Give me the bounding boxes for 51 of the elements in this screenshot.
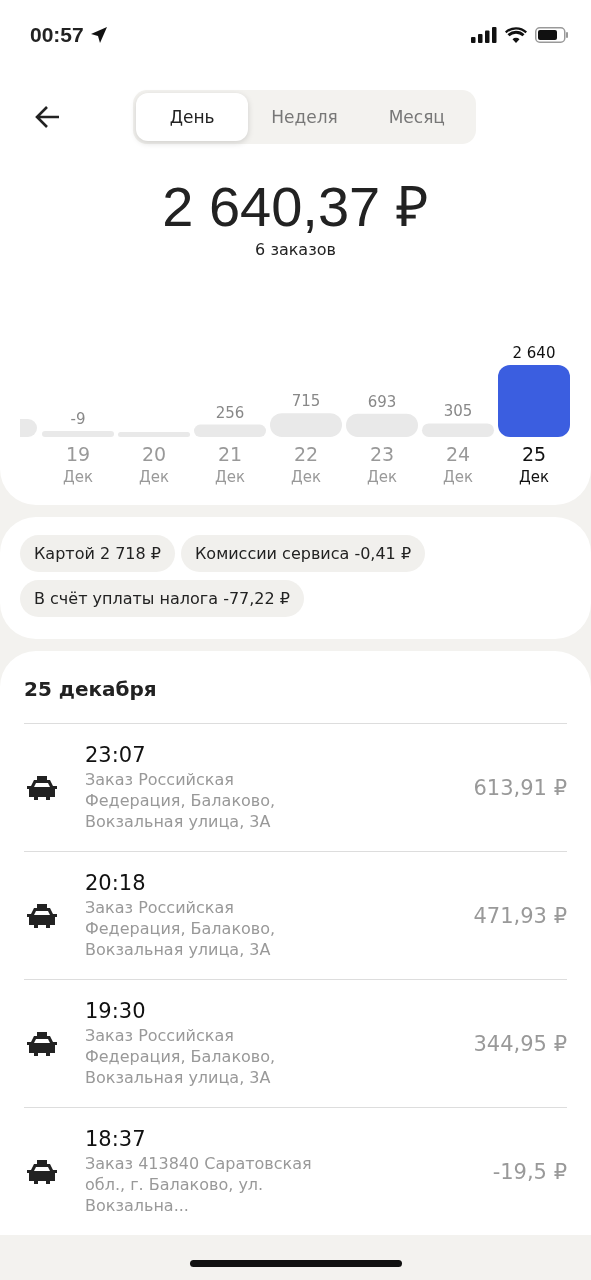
day-number: 24	[445, 443, 471, 465]
order-address: Заказ Российская Федерация, Балаково, Вокзальная улица, 3А	[85, 769, 277, 832]
taxi-icon	[26, 902, 58, 929]
battery-icon	[535, 27, 569, 43]
month-label: Дек	[519, 468, 549, 486]
total-amount: 2 640,37 ₽	[161, 174, 430, 240]
day-bar[interactable]	[498, 365, 570, 437]
day-number: 22	[293, 443, 319, 465]
day-number: 25	[521, 443, 547, 465]
order-address: Заказ 413840 Саратовская обл., г. Балаково, ул. Вокзальна...	[85, 1153, 313, 1216]
taxi-icon	[26, 1158, 58, 1185]
bar-value: 715	[291, 392, 321, 411]
summary-chip: Комиссии сервиса -0,41 ₽	[181, 535, 426, 572]
day-number: 23	[369, 443, 395, 465]
taxi-icon	[26, 1030, 58, 1057]
orders-count: 6 заказов	[254, 240, 337, 259]
day-number: 19	[65, 443, 91, 465]
order-time: 23:07	[85, 743, 147, 767]
order-amount: 471,93 ₽	[473, 903, 567, 928]
bar-value: 693	[367, 392, 397, 411]
date-heading: 25 декабря	[24, 677, 158, 701]
month-label: Дек	[443, 468, 473, 486]
bar-value: 305	[443, 402, 473, 421]
signal-icon	[471, 27, 497, 43]
taxi-icon	[26, 774, 58, 801]
order-amount: -19,5 ₽	[492, 1159, 567, 1184]
day-number: 20	[141, 443, 167, 465]
wifi-icon	[505, 27, 527, 43]
bar-value: 2 640	[512, 344, 556, 362]
period-tab[interactable]: Неделя	[248, 93, 361, 141]
day-number: 21	[217, 443, 243, 465]
month-label: Дек	[139, 468, 169, 486]
period-tab[interactable]: День	[136, 93, 249, 141]
month-label: Дек	[215, 468, 245, 486]
status-time: 00:57	[30, 23, 84, 47]
order-address: Заказ Российская Федерация, Балаково, Вокзальная улица, 3А	[85, 1025, 277, 1088]
order-time: 19:30	[85, 999, 147, 1023]
bar-value: -9	[70, 410, 86, 428]
order-time: 20:18	[85, 871, 147, 895]
order-amount: 613,91 ₽	[473, 775, 567, 800]
order-time: 18:37	[85, 1127, 147, 1151]
month-label: Дек	[63, 468, 93, 486]
location-arrow-icon	[89, 26, 108, 44]
order-amount: 344,95 ₽	[473, 1031, 567, 1056]
order-address: Заказ Российская Федерация, Балаково, Вокзальная улица, 3А	[85, 897, 277, 960]
bar-value: 256	[215, 403, 245, 422]
month-label: Дек	[367, 468, 397, 486]
summary-chip: В счёт уплаты налога -77,22 ₽	[20, 580, 304, 617]
period-tab[interactable]: Месяц	[360, 93, 473, 141]
summary-chip: Картой 2 718 ₽	[20, 535, 175, 572]
month-label: Дек	[291, 468, 321, 486]
